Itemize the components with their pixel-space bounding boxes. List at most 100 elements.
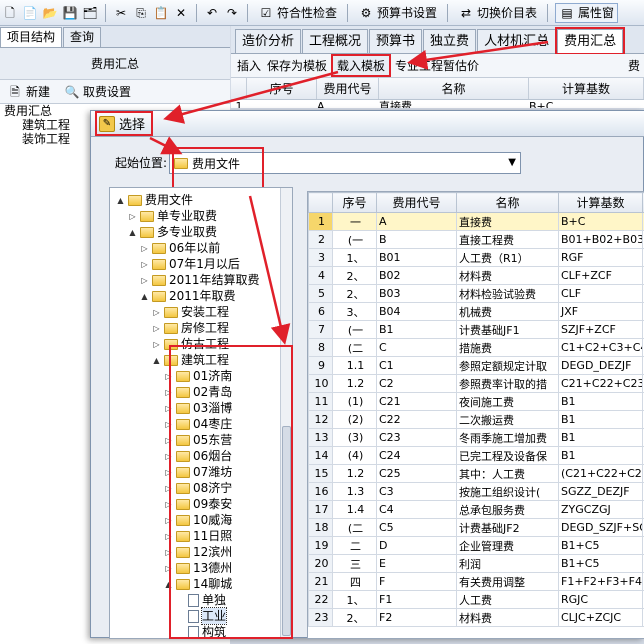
copy-icon[interactable]: ⎘ [133, 5, 149, 21]
undo-icon[interactable]: ↶ [204, 5, 220, 21]
table-cell: 二次搬运费 [457, 411, 559, 429]
table-cell: 参照定额规定计取 [457, 357, 559, 375]
table-row[interactable]: 63、B04机械费JXF机 [309, 303, 644, 321]
collapse-icon[interactable]: ▲ [140, 292, 149, 301]
cut-icon[interactable]: ✂ [113, 5, 129, 21]
pencil-icon: ✎ [99, 116, 115, 132]
expand-icon[interactable]: ▷ [140, 276, 149, 285]
table-row[interactable]: 171.4C4总承包服务费ZYGCZGJ专 [309, 501, 644, 519]
tree-node[interactable]: ▷单专业取费 [128, 208, 217, 224]
save-icon[interactable]: 💾 [62, 5, 78, 21]
right-grid-row[interactable]: 1 A 直接费 B+C [231, 100, 644, 108]
table-cell: 22 [309, 591, 333, 609]
tree-node[interactable]: ▷房修工程 [152, 320, 229, 336]
chevron-down-icon[interactable]: ▼ [508, 157, 516, 168]
tree-node-label: 06年以前 [169, 240, 220, 256]
tree-node[interactable]: ▷2011年结算取费 [140, 272, 260, 288]
toolbar-separator [247, 4, 248, 22]
load-template-button[interactable]: 载入模板 [333, 56, 389, 75]
table-row[interactable]: 52、B03材料检验试验费CLF材 [309, 285, 644, 303]
table-row[interactable]: 14(4)C24已完工程及设备保B1计 [309, 447, 644, 465]
table-cell: F [377, 573, 457, 591]
table-row[interactable]: 8(二C措施费C1+C2+C3+C4参 [309, 339, 644, 357]
table-row[interactable]: 232、F2材料费CLJC+ZCJC材 [309, 609, 644, 627]
expand-icon[interactable]: ▷ [140, 260, 149, 269]
table-row[interactable]: 7(一B1计费基础JF1SZJF+ZCF省 [309, 321, 644, 339]
new-file-icon[interactable]: 🗋 [2, 5, 18, 21]
properties-window-button[interactable]: ▤属性窗 [555, 3, 618, 23]
table-cell: F1 [377, 591, 457, 609]
dialog-title-text: 选择 [119, 114, 145, 133]
expand-icon[interactable]: ▷ [152, 340, 161, 349]
table-cell: 16 [309, 483, 333, 501]
tab-right-3[interactable]: 独立费 [423, 29, 476, 53]
table-row[interactable]: 11(1)C21夜间施工费B1计 [309, 393, 644, 411]
tree-node[interactable]: ▲ 费用文件 [116, 192, 193, 208]
expand-icon[interactable]: ▷ [140, 244, 149, 253]
tab-right-2[interactable]: 预算书 [369, 29, 422, 53]
grid-col-header [309, 193, 333, 213]
collapse-icon[interactable]: ▲ [128, 228, 137, 237]
collapse-icon[interactable]: ▲ [152, 356, 161, 365]
tab-right-5[interactable]: 费用汇总 [557, 29, 623, 53]
provisional-price-button[interactable]: 专业工程暂估价 [395, 57, 479, 74]
table-cell: C [377, 339, 457, 357]
tab-right-0[interactable]: 造价分析 [235, 29, 301, 53]
table-cell: C3 [377, 483, 457, 501]
table-row[interactable]: 21四F有关费用调整F1+F2+F3+F4人 [309, 573, 644, 591]
tree-node[interactable]: ▲多专业取费 [128, 224, 217, 240]
insert-button[interactable]: 插入 [237, 57, 261, 74]
collapse-icon[interactable]: ▲ [116, 196, 125, 205]
table-row[interactable]: 19二D企业管理费B1+C5计 [309, 537, 644, 555]
table-cell: 三 [333, 555, 377, 573]
table-cell: D [377, 537, 457, 555]
open-icon[interactable]: 📂 [42, 5, 58, 21]
table-row[interactable]: 2(一B直接工程费B01+B02+B03+人 [309, 231, 644, 249]
table-cell: 材料费 [457, 609, 559, 627]
table-row[interactable]: 221、F1人工费RGJC人 [309, 591, 644, 609]
table-row[interactable]: 13(3)C23冬雨季施工增加费B1计 [309, 429, 644, 447]
check-icon: ☑ [258, 5, 274, 21]
save-all-icon[interactable]: 🗂 [82, 5, 98, 21]
table-cell: 12 [309, 411, 333, 429]
save-template-button[interactable]: 保存为模板 [267, 57, 327, 74]
table-cell: B03 [377, 285, 457, 303]
fee-settings-button[interactable]: 🔍取费设置 [61, 82, 134, 102]
tab-right-4[interactable]: 人材机汇总 [477, 29, 556, 53]
table-row[interactable]: 161.3C3按施工组织设计(SGZZ_DEZJF组 [309, 483, 644, 501]
folder-icon [152, 291, 166, 302]
paste-icon[interactable]: 📋 [153, 5, 169, 21]
tree-node[interactable]: ▷07年1月以后 [140, 256, 240, 272]
table-row[interactable]: 1一A直接费B+C直 [309, 213, 644, 231]
table-cell: SGZZ_DEZJF [559, 483, 643, 501]
table-row[interactable]: 20三E利润B1+C5计 [309, 555, 644, 573]
table-row[interactable]: 12(2)C22二次搬运费B1计 [309, 411, 644, 429]
switch-price-list-button[interactable]: ⇄切换价目表 [455, 3, 540, 23]
budget-settings-button[interactable]: ⚙预算书设置 [355, 3, 440, 23]
tree-highlight-box [171, 347, 291, 637]
table-row[interactable]: 101.2C2参照费率计取的措C21+C22+C23+计 [309, 375, 644, 393]
tab-query[interactable]: 查询 [63, 27, 101, 47]
expand-icon[interactable]: ▷ [152, 308, 161, 317]
table-row[interactable]: 151.2C25其中：人工费(C21+C22+C23( [309, 465, 644, 483]
table-row[interactable]: 31、B01人工费（R1）RGF人 [309, 249, 644, 267]
expand-icon[interactable]: ▷ [152, 324, 161, 333]
right-grid-col-seq: 序号 [247, 78, 317, 99]
tree-node[interactable]: ▷ 06年以前 [140, 240, 220, 256]
tab-project-structure[interactable]: 项目结构 [0, 27, 62, 47]
expand-icon[interactable]: ▷ [128, 212, 137, 221]
redo-icon[interactable]: ↷ [224, 5, 240, 21]
left-buttons: 🗎新建 🔍取费设置 [0, 80, 230, 104]
delete-icon[interactable]: ✕ [173, 5, 189, 21]
tree-node-label: 费用文件 [145, 192, 193, 208]
table-row[interactable]: 91.1C1参照定额规定计取DEGD_DEZJF定 [309, 357, 644, 375]
new-button[interactable]: 🗎新建 [4, 82, 53, 102]
tab-right-1[interactable]: 工程概况 [302, 29, 368, 53]
table-cell: 3、 [333, 303, 377, 321]
new-doc-icon[interactable]: 📄 [22, 5, 38, 21]
tree-node[interactable]: ▲2011年取费 [140, 288, 236, 304]
compliance-check-button[interactable]: ☑符合性检查 [255, 3, 340, 23]
tree-node[interactable]: ▷安装工程 [152, 304, 229, 320]
table-row[interactable]: 18(二C5计费基础JF2DEGD_SZJF+SG定 [309, 519, 644, 537]
table-row[interactable]: 42、B02材料费CLF+ZCF材 [309, 267, 644, 285]
